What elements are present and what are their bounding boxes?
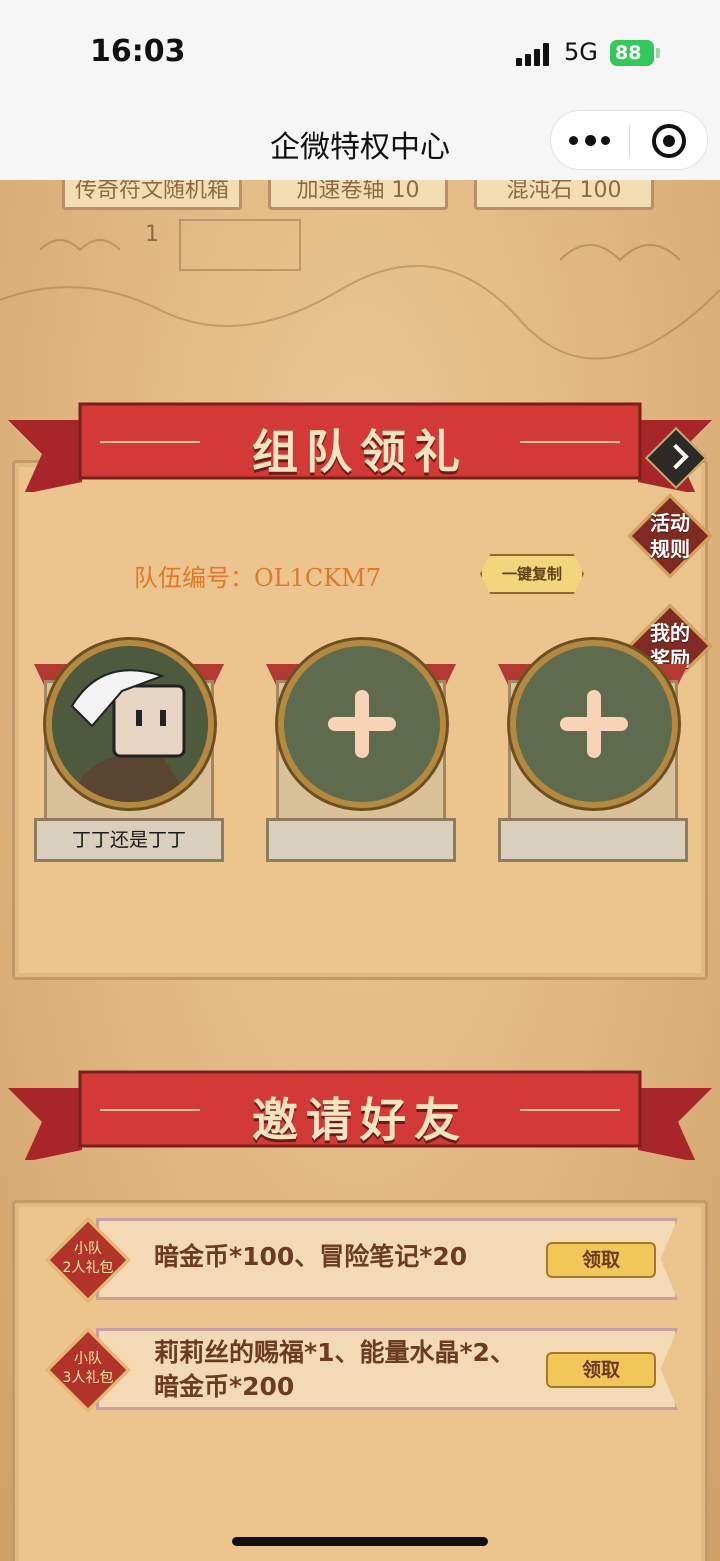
home-indicator <box>232 1537 488 1546</box>
avatar-image <box>52 646 208 802</box>
battery-tip <box>656 48 660 58</box>
reward-row-2p: 小队 2人礼包 暗金币*100、冒险笔记*20 领取 <box>42 1214 678 1304</box>
status-bar: 16:03 5G 88 <box>0 0 720 100</box>
nav-bar: 企微特权中心 <box>0 100 720 180</box>
top-tab-0[interactable]: 传奇符文随机箱 1 <box>62 180 242 247</box>
plus-icon <box>328 690 396 758</box>
plus-icon <box>560 690 628 758</box>
status-time: 16:03 <box>90 34 186 69</box>
team-slot-empty-1[interactable] <box>266 640 456 865</box>
network-type: 5G <box>564 38 598 66</box>
add-member-circle[interactable] <box>510 640 678 808</box>
team-slot-member[interactable]: 丁丁还是丁丁 <box>34 640 224 865</box>
badge-label: 小队 3人礼包 <box>62 1351 114 1386</box>
top-tab-1[interactable]: 加速卷轴 10 <box>268 180 448 210</box>
add-member-circle[interactable] <box>278 640 446 808</box>
avatar <box>46 640 214 808</box>
team-title: 组队领礼 <box>252 425 468 479</box>
capsule-divider <box>629 125 630 157</box>
content-area: 传奇符文随机箱 1 加速卷轴 10 混沌石 100 组队领礼 队伍编号：OL1C… <box>0 180 720 1561</box>
invite-title: 邀请好友 <box>252 1093 468 1147</box>
member-name <box>498 818 688 862</box>
team-slot-empty-2[interactable] <box>498 640 688 865</box>
member-name <box>266 818 456 862</box>
reward-badge: 小队 2人礼包 <box>45 1217 131 1303</box>
copy-button[interactable]: 一键复制 <box>480 554 584 594</box>
close-target-icon[interactable] <box>652 124 686 158</box>
team-id-label: 队伍编号：OL1CKM7 <box>134 564 382 592</box>
claim-button[interactable]: 领取 <box>546 1242 656 1278</box>
invite-ribbon: 邀请好友 <box>0 1070 720 1160</box>
signal-icon <box>516 42 554 66</box>
claim-button[interactable]: 领取 <box>546 1352 656 1388</box>
battery-icon: 88 <box>610 40 654 66</box>
rules-button[interactable]: 活动 规则 <box>627 493 713 579</box>
member-name: 丁丁还是丁丁 <box>34 818 224 862</box>
reward-badge: 小队 3人礼包 <box>45 1327 131 1413</box>
top-tab-2[interactable]: 混沌石 100 <box>474 180 654 210</box>
rules-label: 活动 规则 <box>650 511 690 561</box>
more-icon[interactable] <box>569 135 611 147</box>
team-ribbon: 组队领礼 <box>0 402 720 492</box>
mini-program-capsule <box>550 110 708 170</box>
reward-desc: 莉莉丝的赐福*1、能量水晶*2、 暗金币*200 <box>154 1338 515 1401</box>
reward-desc: 暗金币*100、冒险笔记*20 <box>154 1242 468 1271</box>
badge-label: 小队 2人礼包 <box>62 1241 114 1276</box>
reward-row-3p: 小队 3人礼包 莉莉丝的赐福*1、能量水晶*2、 暗金币*200 领取 <box>42 1324 678 1414</box>
map-decoration <box>0 219 720 360</box>
